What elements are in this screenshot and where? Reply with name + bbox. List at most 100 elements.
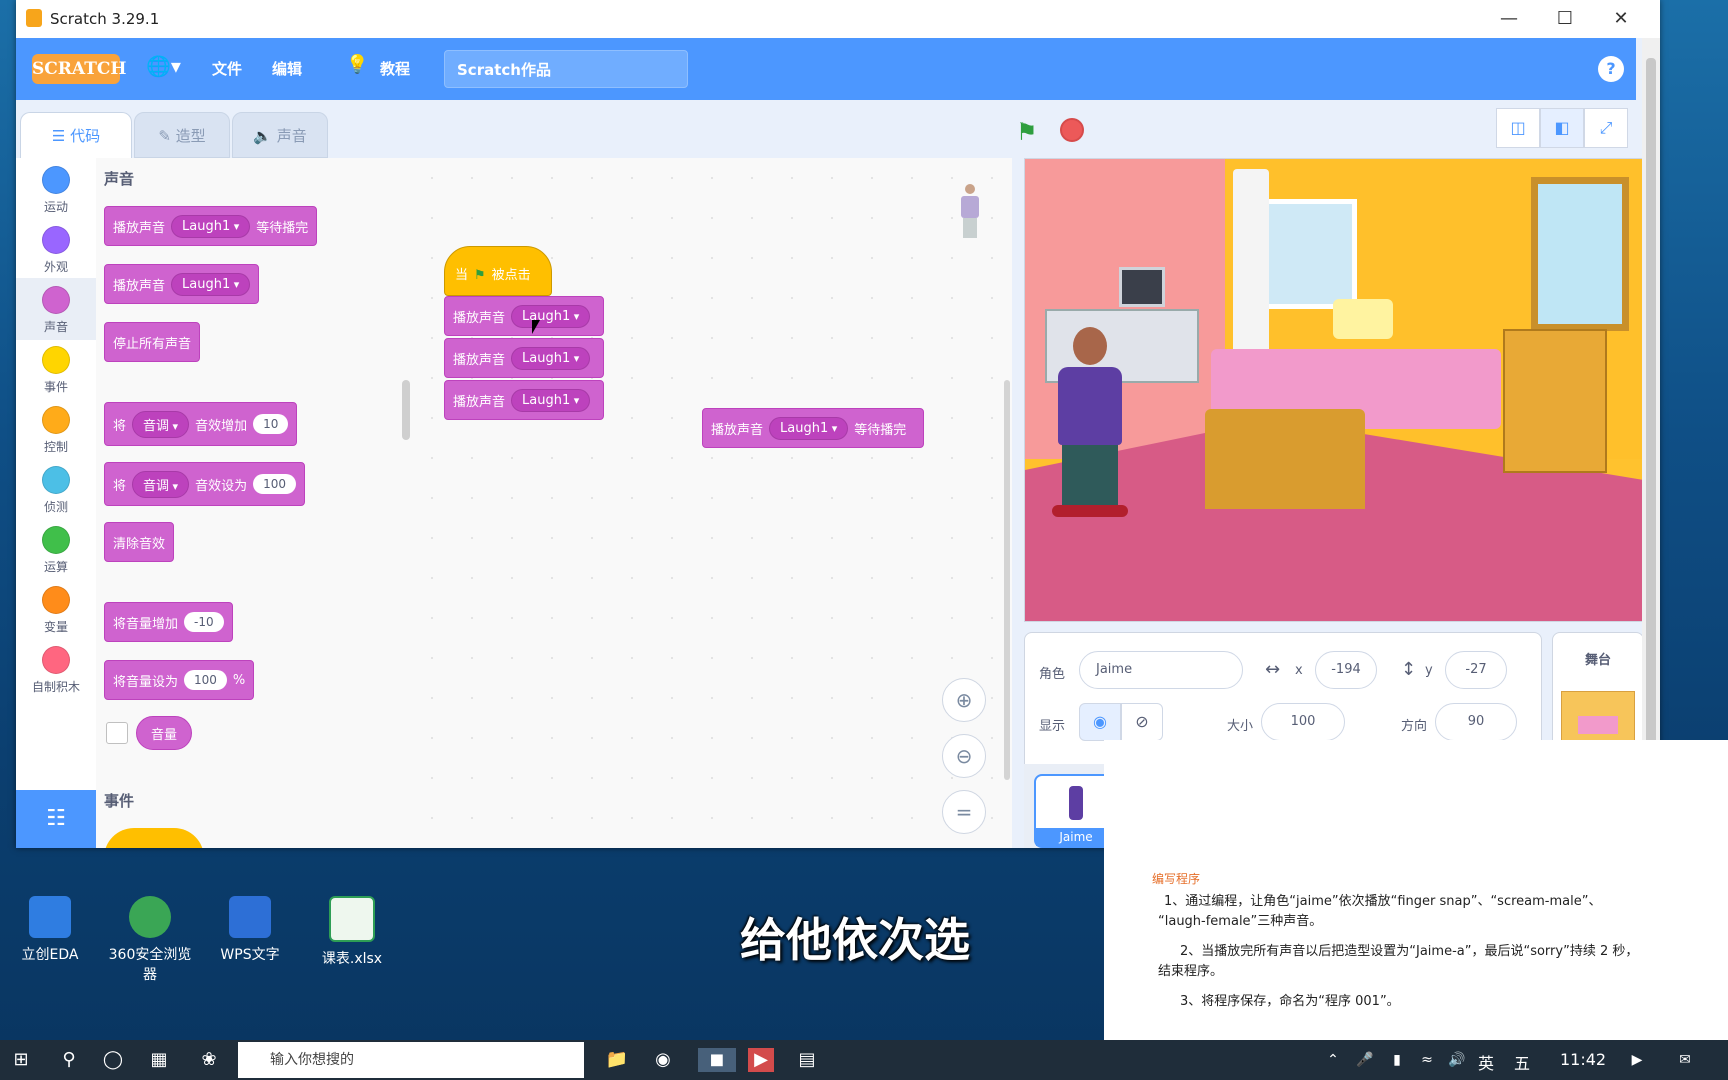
block-start-sound[interactable]: 播放声音 Laugh1 xyxy=(104,264,260,304)
file-explorer-icon[interactable]: 📁 xyxy=(604,1048,630,1072)
battery-icon[interactable]: ▮ xyxy=(1384,1048,1410,1072)
stage-canvas[interactable] xyxy=(1024,158,1644,622)
scratch-logo[interactable]: SCRATCH xyxy=(32,54,126,84)
category-operators[interactable]: 运算 xyxy=(16,518,96,580)
when-flag-clicked-block[interactable]: 当 ⚑ 被点击 xyxy=(444,246,552,296)
clock[interactable]: 11:42 xyxy=(1560,1050,1606,1069)
category-sound[interactable]: 声音 xyxy=(16,278,96,340)
normal-stage-icon[interactable]: ◧ xyxy=(1540,108,1584,148)
show-visible-icon[interactable]: ◉ xyxy=(1079,703,1121,741)
desktop-icon-xlsx[interactable]: 课表.xlsx xyxy=(304,896,400,968)
sound-dropdown[interactable]: Laugh1 xyxy=(171,214,251,238)
small-stage-icon[interactable]: ◫ xyxy=(1496,108,1540,148)
sound-dropdown[interactable]: Laugh1 xyxy=(511,346,591,370)
menu-file[interactable]: 文件 xyxy=(212,58,242,79)
effect-dropdown[interactable]: 音调 xyxy=(132,470,190,498)
effect-dropdown[interactable]: 音调 xyxy=(132,410,190,438)
add-extension-icon[interactable]: ☷ xyxy=(16,790,96,848)
fullscreen-icon[interactable]: ⤢ xyxy=(1584,108,1628,148)
category-looks[interactable]: 外观 xyxy=(16,218,96,280)
app-icon[interactable]: ❀ xyxy=(196,1048,222,1072)
sprite-jaime[interactable] xyxy=(1045,327,1135,527)
x-input[interactable]: -194 xyxy=(1315,651,1377,689)
tab-costumes[interactable]: ✎ 造型 xyxy=(134,112,230,158)
zoom-in-icon[interactable]: ⊕ xyxy=(942,678,986,722)
wifi-icon[interactable]: ≈ xyxy=(1414,1048,1440,1072)
volume-monitor-checkbox[interactable] xyxy=(106,722,128,744)
stop-icon[interactable] xyxy=(1060,118,1084,142)
code-area[interactable]: 当⚑被点击 播放声音Laugh1 播放声音Laugh1 播放声音Laugh1 播… xyxy=(412,158,1012,848)
maximize-button[interactable]: ☐ xyxy=(1542,6,1588,32)
sprite-name-input[interactable]: Jaime xyxy=(1079,651,1243,689)
task-view-icon[interactable]: ▦ xyxy=(146,1048,172,1072)
ime-language[interactable]: 英 xyxy=(1478,1050,1494,1074)
lightbulb-icon[interactable]: 💡 xyxy=(346,54,368,75)
block-set-effect[interactable]: 将音调音效设为100 xyxy=(104,462,305,506)
windows-start-icon[interactable]: ⊞ xyxy=(8,1048,34,1072)
category-variables[interactable]: 变量 xyxy=(16,578,96,640)
sprite-watermark-icon xyxy=(960,184,980,242)
menu-tutorials[interactable]: 教程 xyxy=(380,58,410,79)
effect-value-input[interactable]: 10 xyxy=(253,414,289,434)
close-button[interactable]: ✕ xyxy=(1598,6,1644,32)
cortana-icon[interactable]: ◯ xyxy=(100,1048,126,1072)
search-icon[interactable]: ⚲ xyxy=(56,1048,82,1072)
project-title-input[interactable]: Scratch作品 xyxy=(444,50,688,88)
tab-sounds[interactable]: 🔈 声音 xyxy=(232,112,328,158)
desktop-icon-360-browser[interactable]: 360安全浏览器 xyxy=(102,896,198,984)
volume-icon[interactable]: 🔊 xyxy=(1444,1048,1470,1072)
screen-record-icon[interactable]: ▶ xyxy=(1624,1048,1650,1072)
direction-input[interactable]: 90 xyxy=(1435,703,1517,741)
sound-dropdown[interactable]: Laugh1 xyxy=(511,388,591,412)
script-play-sound-1[interactable]: 播放声音 Laugh1 xyxy=(444,296,604,336)
block-stop-all-sounds[interactable]: 停止所有声音 xyxy=(104,322,201,362)
tab-code[interactable]: ☰ 代码 xyxy=(20,112,132,158)
browser-taskbar-icon[interactable]: ◉ xyxy=(650,1048,676,1072)
block-change-volume[interactable]: 将音量增加 -10 xyxy=(104,602,233,642)
microphone-icon[interactable]: 🎤 xyxy=(1352,1048,1378,1072)
palette-scrollbar[interactable] xyxy=(402,380,410,440)
ime-mode[interactable]: 五 xyxy=(1514,1050,1530,1074)
category-control[interactable]: 控制 xyxy=(16,398,96,460)
reporter-volume[interactable]: 音量 xyxy=(136,716,193,750)
sound-dropdown[interactable]: Laugh1 xyxy=(171,272,251,296)
notification-icon[interactable]: ✉ xyxy=(1672,1048,1698,1072)
green-flag-icon[interactable]: ⚑ xyxy=(1016,118,1038,146)
effect-value-input[interactable]: 100 xyxy=(253,474,296,494)
wps-taskbar-icon[interactable]: ▶ xyxy=(748,1048,774,1072)
category-events[interactable]: 事件 xyxy=(16,338,96,400)
script-play-sound-3[interactable]: 播放声音 Laugh1 xyxy=(444,380,604,420)
show-hidden-icon[interactable]: ⊘ xyxy=(1121,703,1163,741)
desktop-icon-wps[interactable]: WPS文字 xyxy=(202,896,298,964)
zoom-out-icon[interactable]: ⊖ xyxy=(942,734,986,778)
loose-play-sound-until-done[interactable]: 播放声音Laugh1等待播完 xyxy=(702,408,924,448)
category-motion[interactable]: 运动 xyxy=(16,158,96,220)
y-input[interactable]: -27 xyxy=(1445,651,1507,689)
volume-value-input[interactable]: -10 xyxy=(184,612,224,632)
block-set-volume[interactable]: 将音量设为 100% xyxy=(104,660,255,700)
volume-value-input[interactable]: 100 xyxy=(184,670,227,690)
size-input[interactable]: 100 xyxy=(1261,703,1345,741)
block-play-sound-until-done[interactable]: 播放声音Laugh1等待播完 xyxy=(104,206,318,246)
zoom-reset-icon[interactable]: = xyxy=(942,790,986,834)
stage-thumbnail[interactable] xyxy=(1561,691,1635,745)
minimize-button[interactable]: — xyxy=(1486,6,1532,32)
sound-dropdown[interactable]: Laugh1 xyxy=(769,416,849,440)
event-hat-block[interactable] xyxy=(104,828,204,848)
language-globe-icon[interactable]: 🌐▾ xyxy=(146,54,181,78)
scratch-taskbar-icon[interactable]: ◼ xyxy=(698,1048,736,1072)
category-sensing[interactable]: 侦测 xyxy=(16,458,96,520)
help-icon[interactable]: ? xyxy=(1598,56,1624,82)
remote-taskbar-icon[interactable]: ▤ xyxy=(794,1048,820,1072)
window-scrollbar[interactable] xyxy=(1642,38,1660,848)
block-change-effect[interactable]: 将音调音效增加10 xyxy=(104,402,298,446)
block-clear-effects[interactable]: 清除音效 xyxy=(104,522,175,562)
menu-edit[interactable]: 编辑 xyxy=(272,58,302,79)
tray-chevron-icon[interactable]: ⌃ xyxy=(1320,1048,1346,1072)
category-my-blocks[interactable]: 自制积木 xyxy=(16,638,96,700)
script-play-sound-2[interactable]: 播放声音 Laugh1 xyxy=(444,338,604,378)
taskbar-search-input[interactable]: 输入你想搜的 xyxy=(238,1042,584,1078)
sound-dropdown[interactable]: Laugh1 xyxy=(511,304,591,328)
desktop-icon-lceda[interactable]: 立创EDA xyxy=(2,896,98,964)
code-scrollbar[interactable] xyxy=(1004,380,1010,780)
